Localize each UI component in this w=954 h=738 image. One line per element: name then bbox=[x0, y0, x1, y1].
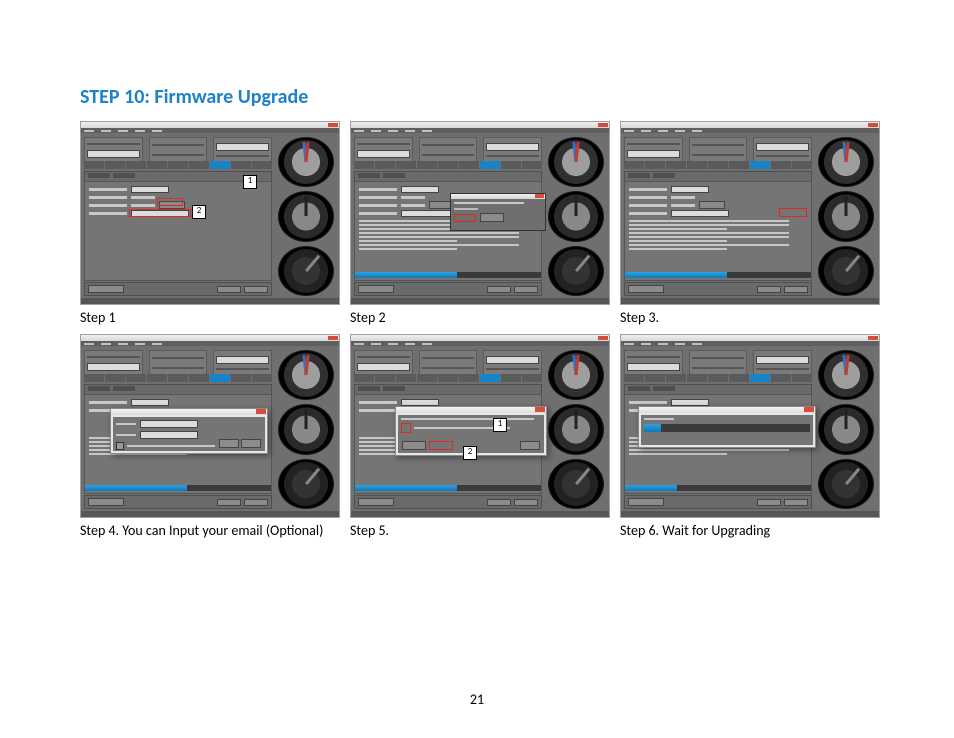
callout-1: 1 bbox=[243, 175, 257, 189]
heading-gauge bbox=[278, 246, 334, 296]
step-4-caption: Step 4. You can Input your email (Option… bbox=[80, 522, 340, 539]
callout-2: 2 bbox=[463, 446, 477, 460]
version-dropdown-highlight bbox=[129, 209, 191, 217]
step-1-cell: 1 2 Step 1 bbox=[80, 121, 340, 326]
step-3-caption: Step 3. bbox=[620, 309, 880, 326]
step-6-caption: Step 6. Wait for Upgrading bbox=[620, 522, 880, 539]
section-title: STEP 10: Firmware Upgrade bbox=[80, 85, 874, 109]
step-2-caption: Step 2 bbox=[350, 309, 610, 326]
step-1-caption: Step 1 bbox=[80, 309, 340, 326]
check-button-highlight bbox=[157, 198, 183, 206]
step-5-caption: Step 5. bbox=[350, 522, 610, 539]
progress-dialog bbox=[638, 406, 816, 448]
step-3-screenshot bbox=[620, 121, 880, 305]
callout-1: 1 bbox=[493, 418, 507, 432]
registration-dialog bbox=[110, 408, 268, 454]
step-1-screenshot: 1 2 bbox=[80, 121, 340, 305]
step-5-cell: 1 2 Step 5. bbox=[350, 334, 610, 539]
page-number: 21 bbox=[0, 691, 954, 708]
ok-button bbox=[241, 439, 261, 448]
side-gauge bbox=[278, 191, 334, 241]
checkbox-highlight bbox=[401, 423, 411, 433]
screenshot-grid: 1 2 Step 1 bbox=[80, 121, 874, 539]
step-4-cell: Step 4. You can Input your email (Option… bbox=[80, 334, 340, 539]
step-2-cell: Step 2 bbox=[350, 121, 610, 326]
ok-button bbox=[520, 441, 540, 450]
callout-2: 2 bbox=[192, 205, 206, 219]
step-6-cell: Step 6. Wait for Upgrading bbox=[620, 334, 880, 539]
confirm-dialog bbox=[450, 193, 546, 231]
cancel-button bbox=[219, 439, 239, 448]
yes-button-highlight bbox=[454, 214, 476, 222]
step-2-screenshot bbox=[350, 121, 610, 305]
step-3-cell: Step 3. bbox=[620, 121, 880, 326]
step-6-screenshot bbox=[620, 334, 880, 518]
upgrade-button-highlight bbox=[779, 208, 807, 217]
install-button-highlight bbox=[429, 441, 453, 450]
attitude-gauge bbox=[278, 137, 334, 187]
step-5-screenshot: 1 2 bbox=[350, 334, 610, 518]
step-4-screenshot bbox=[80, 334, 340, 518]
